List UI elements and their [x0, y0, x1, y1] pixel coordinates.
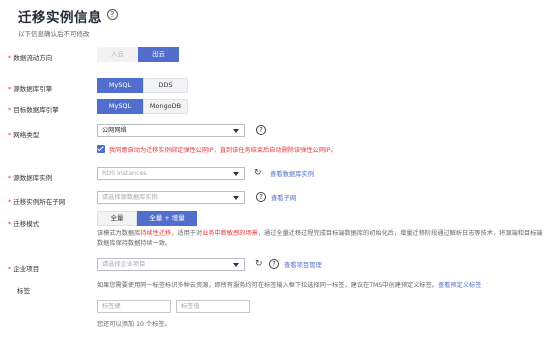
chevron-down-icon — [233, 196, 239, 200]
project-label: * 企业项目 — [8, 265, 40, 273]
page-title: 迁移实例信息 ? — [18, 6, 118, 26]
target-engine-option-mongodb[interactable]: MongoDB — [143, 99, 188, 114]
view-subnet-link[interactable]: 查看子网 — [271, 193, 296, 202]
view-project-management-link[interactable]: 查看项目管理 — [284, 260, 322, 269]
loading-spinner-icon: ↻ — [254, 168, 262, 178]
page-subtitle: 以下信息确认后不可修改 — [18, 30, 90, 38]
source-engine-label: * 源数据库引擎 — [8, 85, 53, 93]
network-label: * 网络类型 — [8, 131, 40, 139]
source-instance-select[interactable]: RDS Instances — [97, 167, 245, 180]
source-instance-placeholder: RDS Instances — [102, 170, 147, 177]
network-help-icon[interactable]: ? — [256, 125, 266, 135]
mode-description: 该模式为数据库持续性迁移，适用于对业务中断敏感的场景，通过全量迁移过程完成目标端… — [97, 230, 543, 247]
network-select[interactable]: 公网网络 — [97, 124, 245, 137]
network-select-value: 公网网络 — [102, 127, 127, 134]
chevron-down-icon — [233, 172, 239, 176]
source-instance-label: * 源数据库实例 — [8, 174, 53, 182]
direction-option-outbound[interactable]: 出云 — [138, 47, 179, 62]
target-engine-option-mysql[interactable]: MySQL — [97, 99, 143, 114]
tag-value-input[interactable]: 标签值 — [176, 300, 250, 313]
subnet-placeholder: 请选择源数据库实例 — [102, 194, 158, 201]
subnet-select[interactable]: 请选择源数据库实例 — [97, 191, 245, 204]
chevron-down-icon — [233, 129, 239, 133]
target-engine-label: * 目标数据库引擎 — [8, 106, 59, 114]
subnet-label: * 迁移实例所在子网 — [8, 198, 66, 206]
source-engine-option-mysql[interactable]: MySQL — [97, 78, 143, 93]
source-engine-option-dds[interactable]: DDS — [143, 78, 188, 93]
page-title-text: 迁移实例信息 — [18, 10, 102, 26]
project-select[interactable]: 请选择企业项目 — [97, 258, 245, 271]
tags-description: 如果您需要使用同一标签标识多种云资源，即所有服务均可在标签输入框下拉选择同一标签… — [97, 282, 482, 289]
eip-checkbox-text: 我同意自动为迁移实例绑定弹性公网IP，直到该任务结束后自动删除该弹性公网IP。 — [109, 147, 337, 154]
tags-remaining-hint: 您还可以添加 10 个标签。 — [97, 321, 171, 328]
tags-label: 标签 — [17, 287, 30, 295]
eip-checkbox[interactable] — [97, 145, 105, 153]
direction-label: * 数据流动方向 — [8, 54, 53, 62]
tag-key-input[interactable]: 标签键 — [97, 300, 171, 313]
direction-option-inbound[interactable]: 入云 — [97, 47, 138, 62]
mode-option-full-incremental[interactable]: 全量 + 增量 — [137, 211, 197, 226]
refresh-icon[interactable]: ↻ — [255, 259, 263, 269]
view-db-instances-link[interactable]: 查看数据库实例 — [270, 169, 314, 178]
view-predefined-tags-link[interactable]: 查看预定义标签 — [438, 282, 481, 289]
subnet-help-icon[interactable]: ? — [256, 192, 266, 202]
project-placeholder: 请选择企业项目 — [102, 261, 146, 268]
chevron-down-icon — [233, 263, 239, 267]
mode-option-full[interactable]: 全量 — [97, 211, 137, 226]
help-icon[interactable]: ? — [107, 9, 118, 20]
mode-label: * 迁移模式 — [8, 220, 40, 228]
project-help-icon[interactable]: ? — [269, 259, 279, 269]
